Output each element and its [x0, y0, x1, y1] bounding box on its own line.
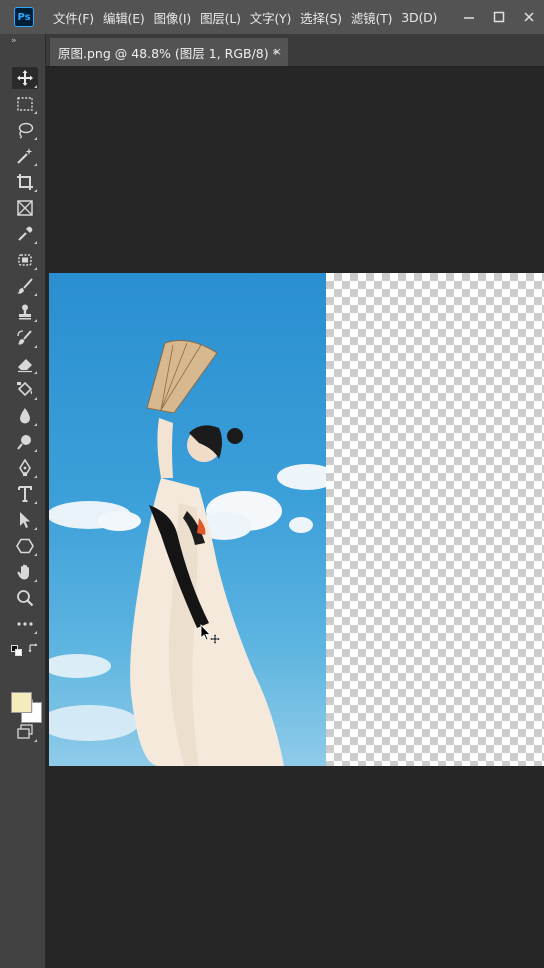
dodge-tool[interactable]: [12, 431, 38, 453]
history-brush-tool[interactable]: [12, 327, 38, 349]
canvas-area[interactable]: [47, 67, 544, 968]
close-icon: [524, 12, 534, 22]
move-icon: [17, 70, 33, 86]
history-brush-icon: [17, 330, 32, 345]
marquee-tool[interactable]: [12, 93, 38, 115]
menu-image[interactable]: 图像(I): [154, 8, 192, 27]
shape-tool[interactable]: [12, 535, 38, 557]
arrow-icon: [20, 512, 30, 528]
hand-tool[interactable]: [12, 561, 38, 583]
swap-colors-button[interactable]: [28, 640, 40, 653]
eraser-tool[interactable]: [12, 353, 38, 375]
transparent-region[interactable]: [326, 273, 544, 766]
spot-healing-tool[interactable]: [12, 249, 38, 271]
default-colors-icon: [11, 645, 22, 656]
lasso-icon: [18, 122, 34, 139]
stamp-icon: [19, 304, 31, 320]
path-selection-tool[interactable]: [12, 509, 38, 531]
more-icon: [17, 622, 33, 626]
crop-icon: [17, 174, 33, 190]
brush-tool[interactable]: [12, 275, 38, 297]
menu-3d[interactable]: 3D(D): [401, 10, 437, 25]
edit-toolbar[interactable]: [12, 613, 38, 635]
bandage-icon: [18, 254, 32, 266]
lasso-tool[interactable]: [12, 119, 38, 141]
gradient-tool[interactable]: [12, 379, 38, 401]
menu-type[interactable]: 文字(Y): [250, 8, 292, 27]
menu-bar: Ps 文件(F) 编辑(E) 图像(I) 图层(L) 文字(Y) 选择(S) 滤…: [0, 0, 544, 34]
paint-bucket-icon: [17, 381, 33, 397]
move-cursor-icon: [200, 624, 221, 645]
screen-mode-icon: [17, 724, 33, 739]
screen-mode-button[interactable]: [12, 721, 38, 743]
document-tab-title: 原图.png @ 48.8% (图层 1, RGB/8) *: [58, 45, 279, 61]
eyedropper-icon: [18, 226, 33, 241]
tools-panel: »: [0, 34, 46, 968]
menu-layer[interactable]: 图层(L): [200, 8, 241, 27]
drop-icon: [20, 408, 30, 424]
brush-icon: [17, 278, 33, 294]
close-tab-icon[interactable]: ×: [273, 45, 282, 58]
photoshop-logo[interactable]: Ps: [14, 7, 34, 27]
document-tab-bar: 原图.png @ 48.8% (图层 1, RGB/8) * ×: [46, 34, 544, 67]
menu-select[interactable]: 选择(S): [300, 8, 342, 27]
frame-tool[interactable]: [12, 197, 38, 219]
eraser-icon: [18, 359, 32, 373]
frame-icon: [17, 200, 33, 216]
magic-wand-icon: [17, 148, 33, 164]
pen-icon: [19, 459, 31, 476]
pen-tool[interactable]: [12, 457, 38, 479]
crop-tool[interactable]: [12, 171, 38, 193]
rect-marquee-icon: [17, 97, 33, 111]
maximize-button[interactable]: [484, 4, 514, 30]
close-window-button[interactable]: [514, 4, 544, 30]
zoom-tool[interactable]: [12, 587, 38, 609]
document-tab[interactable]: 原图.png @ 48.8% (图层 1, RGB/8) * ×: [50, 38, 288, 66]
menu-edit[interactable]: 编辑(E): [103, 8, 145, 27]
minimize-icon: [464, 17, 474, 19]
magic-wand-tool[interactable]: [12, 145, 38, 167]
type-tool[interactable]: [12, 483, 38, 505]
menu-file[interactable]: 文件(F): [53, 8, 94, 27]
blur-tool[interactable]: [12, 405, 38, 427]
type-icon: [18, 486, 32, 502]
collapse-toolbar-icon[interactable]: »: [11, 36, 17, 46]
minimize-button[interactable]: [454, 4, 484, 30]
menu-filter[interactable]: 滤镜(T): [351, 8, 393, 27]
stamp-tool[interactable]: [12, 301, 38, 323]
photo-layer[interactable]: [49, 273, 326, 766]
hand-icon: [17, 564, 29, 580]
hexagon-icon: [16, 538, 34, 554]
move-tool[interactable]: [12, 67, 38, 89]
dodge-icon: [17, 435, 31, 450]
window-controls: [454, 0, 544, 34]
eyedropper-tool[interactable]: [12, 223, 38, 245]
default-colors-button[interactable]: [11, 641, 22, 656]
swap-colors-icon: [28, 643, 38, 653]
zoom-icon: [17, 590, 34, 607]
foreground-color-swatch[interactable]: [11, 692, 32, 713]
photo-illustration: [49, 340, 326, 766]
maximize-icon: [493, 11, 505, 23]
